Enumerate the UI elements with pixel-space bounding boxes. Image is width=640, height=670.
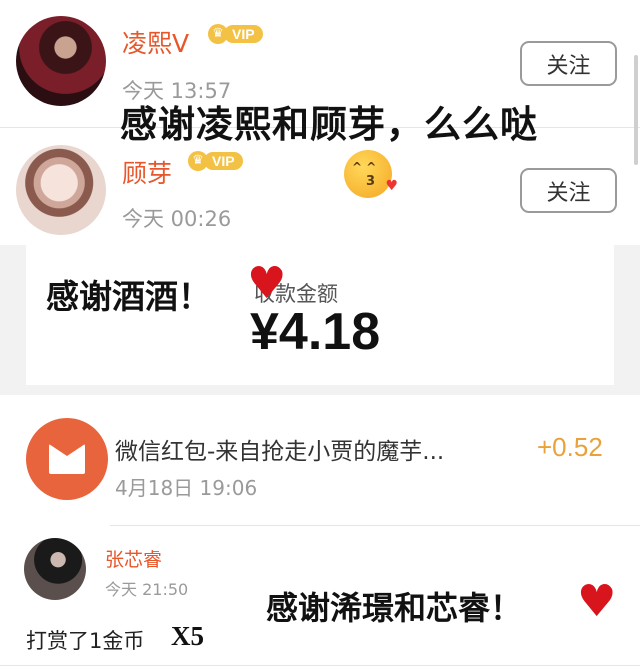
follow-button[interactable]: 关注 xyxy=(520,41,617,86)
divider xyxy=(0,665,640,666)
username[interactable]: 凌熙V xyxy=(122,24,189,60)
heart-icon: ♥ xyxy=(385,178,398,194)
follow-button[interactable]: 关注 xyxy=(520,168,617,213)
username[interactable]: 张芯睿 xyxy=(105,545,162,572)
vip-badge: ♛ VIP xyxy=(188,151,243,171)
scrollbar[interactable] xyxy=(634,55,638,165)
transaction-time: 4月18日 19:06 xyxy=(115,476,258,500)
transaction-title[interactable]: 微信红包-来自抢走小贾的魔芋... xyxy=(115,432,444,466)
username[interactable]: 顾芽 xyxy=(122,154,172,190)
payment-amount: ¥4.18 xyxy=(250,303,381,361)
divider xyxy=(110,525,640,526)
transaction-amount: +0.52 xyxy=(537,432,603,462)
avatar[interactable] xyxy=(16,145,106,235)
red-envelope-icon xyxy=(26,418,108,500)
reward-text: 打赏了1金币 xyxy=(26,629,145,653)
overlay-multiplier: X5 xyxy=(171,621,204,651)
heart-icon: ♥ xyxy=(247,258,287,309)
avatar[interactable] xyxy=(16,16,106,106)
overlay-caption: 感谢凌熙和顾芽，么么哒 xyxy=(120,103,538,146)
kissing-face-emoji: ♥ xyxy=(344,150,398,198)
heart-icon: ♥ xyxy=(577,576,617,627)
vip-label: VIP xyxy=(224,25,263,43)
post-time: 今天 00:26 xyxy=(122,207,232,231)
overlay-caption: 感谢浠璟和芯睿！ xyxy=(266,589,523,627)
vip-label: VIP xyxy=(204,152,243,170)
vip-badge: ♛ VIP xyxy=(208,24,263,44)
overlay-caption: 感谢酒酒！ xyxy=(46,277,211,316)
post-time: 今天 21:50 xyxy=(105,580,189,599)
avatar[interactable] xyxy=(24,538,86,600)
